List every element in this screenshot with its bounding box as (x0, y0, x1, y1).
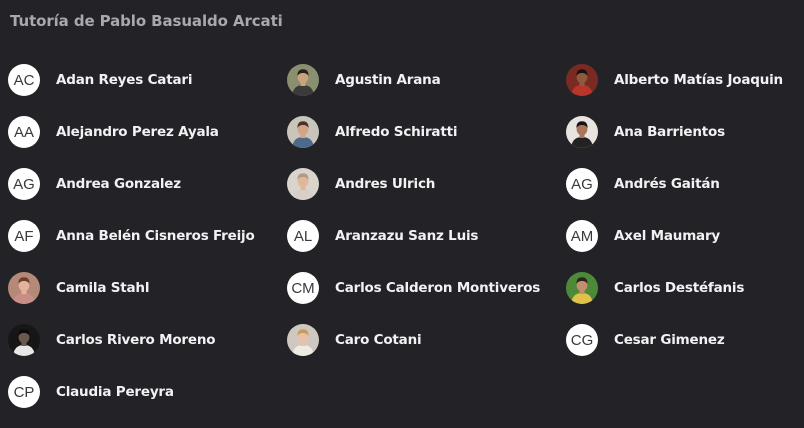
participant-name: Andrés Gaitán (614, 176, 720, 192)
avatar-initials: CG (566, 324, 598, 356)
avatar-initials: AL (287, 220, 319, 252)
user-photo-icon (8, 272, 40, 304)
participant-name: Carlos Calderon Montiveros (335, 280, 541, 296)
avatar-initials: CM (287, 272, 319, 304)
avatar-initials: AA (8, 116, 40, 148)
participant-item[interactable]: Carlos Rivero Moreno (8, 324, 287, 356)
participant-name: Aranzazu Sanz Luis (335, 228, 479, 244)
avatar-initials: CP (8, 376, 40, 408)
avatar-initials: AC (8, 64, 40, 96)
avatar-initials: AM (566, 220, 598, 252)
participant-item[interactable]: Caro Cotani (287, 324, 566, 356)
participant-item[interactable]: AM Axel Maumary (566, 220, 804, 252)
participant-name: Andrea Gonzalez (56, 176, 181, 192)
avatar-initials: AG (8, 168, 40, 200)
participant-item[interactable]: AG Andrés Gaitán (566, 168, 804, 200)
user-photo-icon (566, 116, 598, 148)
page-title: Tutoría de Pablo Basualdo Arcati (10, 12, 283, 30)
participant-item[interactable]: Ana Barrientos (566, 116, 804, 148)
participant-name: Adan Reyes Catari (56, 72, 193, 88)
participant-name: Ana Barrientos (614, 124, 725, 140)
avatar-initials: AF (8, 220, 40, 252)
participant-item[interactable]: CG Cesar Gimenez (566, 324, 804, 356)
participant-name: Alfredo Schiratti (335, 124, 458, 140)
participants-grid: AC Adan Reyes Catari Agustin Arana Alberto … (8, 64, 804, 428)
participant-name: Agustin Arana (335, 72, 441, 88)
participant-name: Carlos Destéfanis (614, 280, 745, 296)
participant-item[interactable]: Camila Stahl (8, 272, 287, 304)
participant-name: Carlos Rivero Moreno (56, 332, 216, 348)
user-photo-icon (287, 324, 319, 356)
participant-name: Alberto Matías Joaquin (614, 72, 783, 88)
avatar-initials: AG (566, 168, 598, 200)
participant-item[interactable]: Andres Ulrich (287, 168, 566, 200)
participant-item[interactable]: AL Aranzazu Sanz Luis (287, 220, 566, 252)
user-photo-icon (287, 116, 319, 148)
participant-item[interactable]: Agustin Arana (287, 64, 566, 96)
participant-name: Anna Belén Cisneros Freijo (56, 228, 255, 244)
participant-item[interactable]: Alberto Matías Joaquin (566, 64, 804, 96)
participant-name: Axel Maumary (614, 228, 721, 244)
participant-name: Camila Stahl (56, 280, 150, 296)
participant-item[interactable]: CM Carlos Calderon Montiveros (287, 272, 566, 304)
user-photo-icon (287, 64, 319, 96)
participant-item[interactable]: Carlos Destéfanis (566, 272, 804, 304)
participant-item[interactable]: AA Alejandro Perez Ayala (8, 116, 287, 148)
participant-name: Claudia Pereyra (56, 384, 174, 400)
user-photo-icon (566, 64, 598, 96)
participant-name: Andres Ulrich (335, 176, 436, 192)
participant-name: Alejandro Perez Ayala (56, 124, 219, 140)
participant-item[interactable]: AG Andrea Gonzalez (8, 168, 287, 200)
user-photo-icon (566, 272, 598, 304)
participant-name: Caro Cotani (335, 332, 422, 348)
participant-item[interactable]: Alfredo Schiratti (287, 116, 566, 148)
user-photo-icon (287, 168, 319, 200)
participant-name: Cesar Gimenez (614, 332, 725, 348)
participant-item[interactable]: AF Anna Belén Cisneros Freijo (8, 220, 287, 252)
user-photo-icon (8, 324, 40, 356)
participant-item[interactable]: AC Adan Reyes Catari (8, 64, 287, 96)
participant-item[interactable]: CP Claudia Pereyra (8, 376, 287, 408)
